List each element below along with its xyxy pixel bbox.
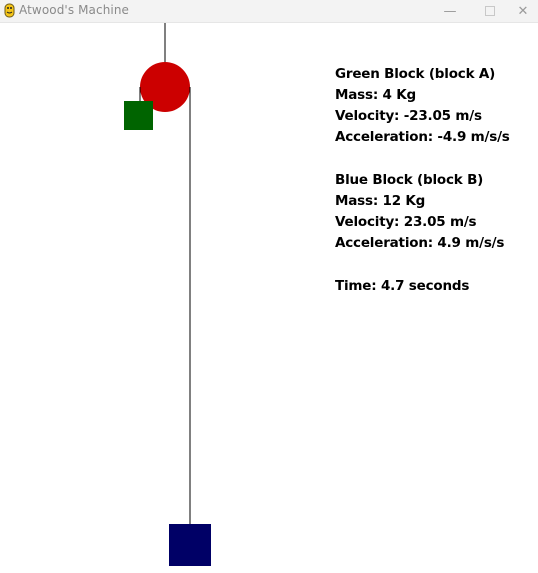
block-b-velocity: Velocity: 23.05 m/s xyxy=(335,214,477,230)
block-a-heading: Green Block (block A) xyxy=(335,66,496,82)
maximize-icon xyxy=(485,6,495,16)
title-bar: Atwood's Machine — ✕ xyxy=(0,0,538,23)
block-b-blue xyxy=(169,524,211,566)
maximize-button[interactable] xyxy=(470,0,510,22)
simulation-canvas xyxy=(124,23,211,566)
block-b-acceleration: Acceleration: 4.9 m/s/s xyxy=(335,235,505,251)
window-title: Atwood's Machine xyxy=(19,3,130,17)
block-a-velocity: Velocity: -23.05 m/s xyxy=(335,108,482,124)
block-a-green xyxy=(124,101,153,130)
elapsed-time: Time: 4.7 seconds xyxy=(335,278,470,294)
minimize-icon: — xyxy=(443,3,457,19)
python-snake-icon xyxy=(4,3,15,18)
block-b-mass: Mass: 12 Kg xyxy=(335,193,426,209)
minimize-button[interactable]: — xyxy=(430,0,470,22)
close-icon: ✕ xyxy=(517,3,529,19)
close-button[interactable]: ✕ xyxy=(508,0,538,22)
block-a-mass: Mass: 4 Kg xyxy=(335,87,416,103)
block-a-acceleration: Acceleration: -4.9 m/s/s xyxy=(335,129,510,145)
block-b-heading: Blue Block (block B) xyxy=(335,172,484,188)
